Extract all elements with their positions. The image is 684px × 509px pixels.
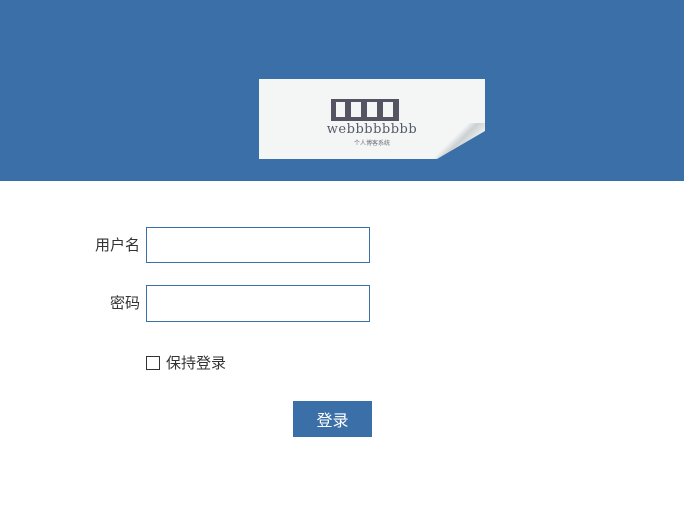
page-curl-corner bbox=[437, 131, 485, 159]
login-button[interactable]: 登录 bbox=[293, 401, 372, 437]
header-banner: webbbbbbbb 个人博客系统 bbox=[0, 0, 684, 181]
username-field[interactable] bbox=[146, 227, 370, 263]
remember-me-label: 保持登录 bbox=[166, 354, 227, 372]
username-label: 用户名 bbox=[94, 236, 140, 254]
password-field[interactable] bbox=[146, 285, 370, 322]
site-logo: webbbbbbbb 个人博客系统 bbox=[259, 79, 485, 159]
remember-me[interactable]: 保持登录 bbox=[146, 352, 226, 373]
piano-keys-logo-icon bbox=[331, 99, 399, 121]
remember-me-checkbox[interactable] bbox=[146, 355, 160, 370]
password-label: 密码 bbox=[109, 294, 140, 312]
